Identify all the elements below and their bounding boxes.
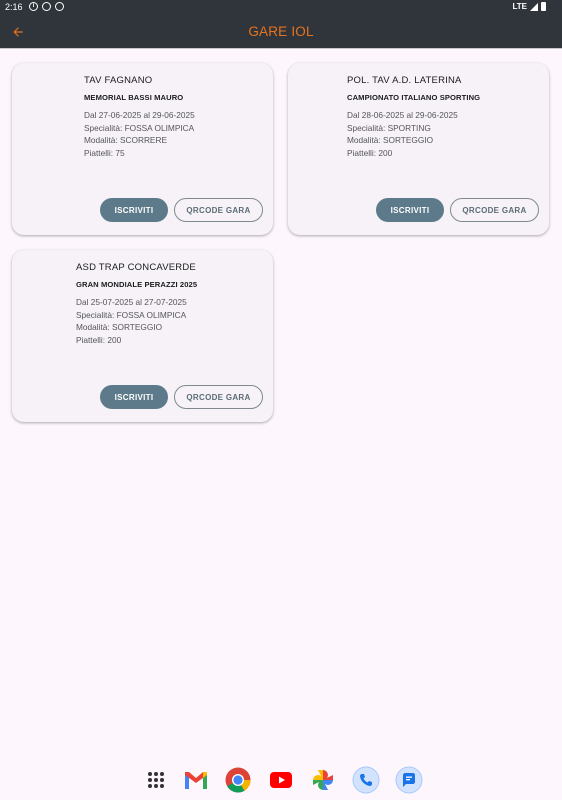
event-specialty: Specialità: FOSSA OLIMPICA [76,309,187,320]
event-targets: Piattelli: 75 [84,147,125,158]
qrcode-button[interactable]: QRCODE GARA [450,198,539,222]
event-dates: Dal 28-06-2025 al 29-06-2025 [347,110,458,120]
gmail-icon[interactable] [182,766,210,794]
club-name: POL. TAV A.D. LATERINA [347,75,462,86]
photos-icon[interactable] [309,766,337,794]
event-name: MEMORIAL BASSI MAURO [84,93,184,102]
register-button[interactable]: ISCRIVITI [100,198,168,222]
app-bar: GARE IOL [0,15,562,49]
event-specialty: Specialità: FOSSA OLIMPICA [84,122,195,133]
event-specialty: Specialità: SPORTING [347,122,431,133]
signal-icon [530,2,538,11]
status-bar: 2:16 i LTE [0,0,562,15]
event-mode: Modalità: SCORRERE [84,135,167,145]
page-title: GARE IOL [248,24,314,39]
event-name: CAMPIONATO ITALIANO SPORTING [347,93,481,102]
register-button[interactable]: ISCRIVITI [376,198,444,222]
club-name: ASD TRAP CONCAVERDE [76,262,196,273]
messages-icon[interactable] [395,766,423,794]
shield-icon [55,2,64,11]
youtube-icon[interactable] [267,766,295,794]
phone-icon[interactable] [352,766,380,794]
club-name: TAV FAGNANO [84,75,153,86]
network-type: LTE [512,2,527,11]
event-targets: Piattelli: 200 [347,147,393,158]
status-time: 2:16 [5,2,23,12]
event-name: GRAN MONDIALE PERAZZI 2025 [76,280,198,289]
register-button[interactable]: ISCRIVITI [100,385,168,409]
qrcode-button[interactable]: QRCODE GARA [174,385,263,409]
event-targets: Piattelli: 200 [76,334,122,345]
event-dates: Dal 27-06-2025 al 29-06-2025 [84,110,195,120]
info-icon: i [29,2,38,11]
app-drawer-icon[interactable] [142,766,170,794]
event-dates: Dal 25-07-2025 al 27-07-2025 [76,297,187,307]
app-dock [0,766,562,796]
event-mode: Modalità: SORTEGGIO [347,135,434,145]
qrcode-button[interactable]: QRCODE GARA [174,198,263,222]
event-card: TAV FAGNANO MEMORIAL BASSI MAURO Dal 27-… [12,63,273,235]
battery-icon [541,2,546,11]
blocked-icon [42,2,51,11]
chrome-icon[interactable] [224,766,252,794]
event-card: ASD TRAP CONCAVERDE GRAN MONDIALE PERAZZ… [12,250,273,422]
event-card: POL. TAV A.D. LATERINA CAMPIONATO ITALIA… [288,63,549,235]
event-mode: Modalità: SORTEGGIO [76,322,163,332]
